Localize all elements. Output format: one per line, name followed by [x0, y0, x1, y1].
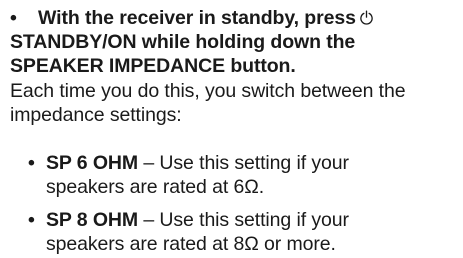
option-line-1: SP 6 OHM – Use this setting if your — [28, 151, 458, 175]
power-icon — [360, 10, 373, 25]
option-bullet: • — [28, 209, 35, 231]
manual-page: • With the receiver in standby, press ST… — [0, 0, 463, 258]
option-bullet: • — [28, 152, 35, 174]
step-line-3: SPEAKER IMPEDANCE button. — [10, 55, 296, 77]
step-line-2: STANDBY/ON while holding down the — [10, 31, 356, 53]
step-bullet: • — [10, 7, 17, 29]
option-line-2: speakers are rated at 6Ω. — [46, 176, 265, 198]
option-text-1: – Use this setting if your — [138, 209, 349, 231]
option-name: SP 6 OHM — [46, 152, 139, 174]
option-line-2: speakers are rated at 8Ω or more. — [46, 233, 336, 255]
option-name: SP 8 OHM — [46, 209, 139, 231]
step-text-1: With the receiver in standby, press — [38, 7, 356, 29]
option-text-1: – Use this setting if your — [138, 152, 349, 174]
instruction-step: • With the receiver in standby, press ST… — [10, 6, 458, 78]
option-item-sp6: • SP 6 OHM – Use this setting if your sp… — [28, 151, 458, 199]
option-line-1: SP 8 OHM – Use this setting if your — [28, 208, 458, 232]
description-line-2: impedance settings: — [10, 104, 182, 126]
option-item-sp8: • SP 8 OHM – Use this setting if your sp… — [28, 208, 458, 256]
step-line-1: With the receiver in standby, press — [10, 6, 458, 30]
description-paragraph: Each time you do this, you switch betwee… — [10, 79, 458, 127]
description-line-1: Each time you do this, you switch betwee… — [10, 80, 406, 102]
